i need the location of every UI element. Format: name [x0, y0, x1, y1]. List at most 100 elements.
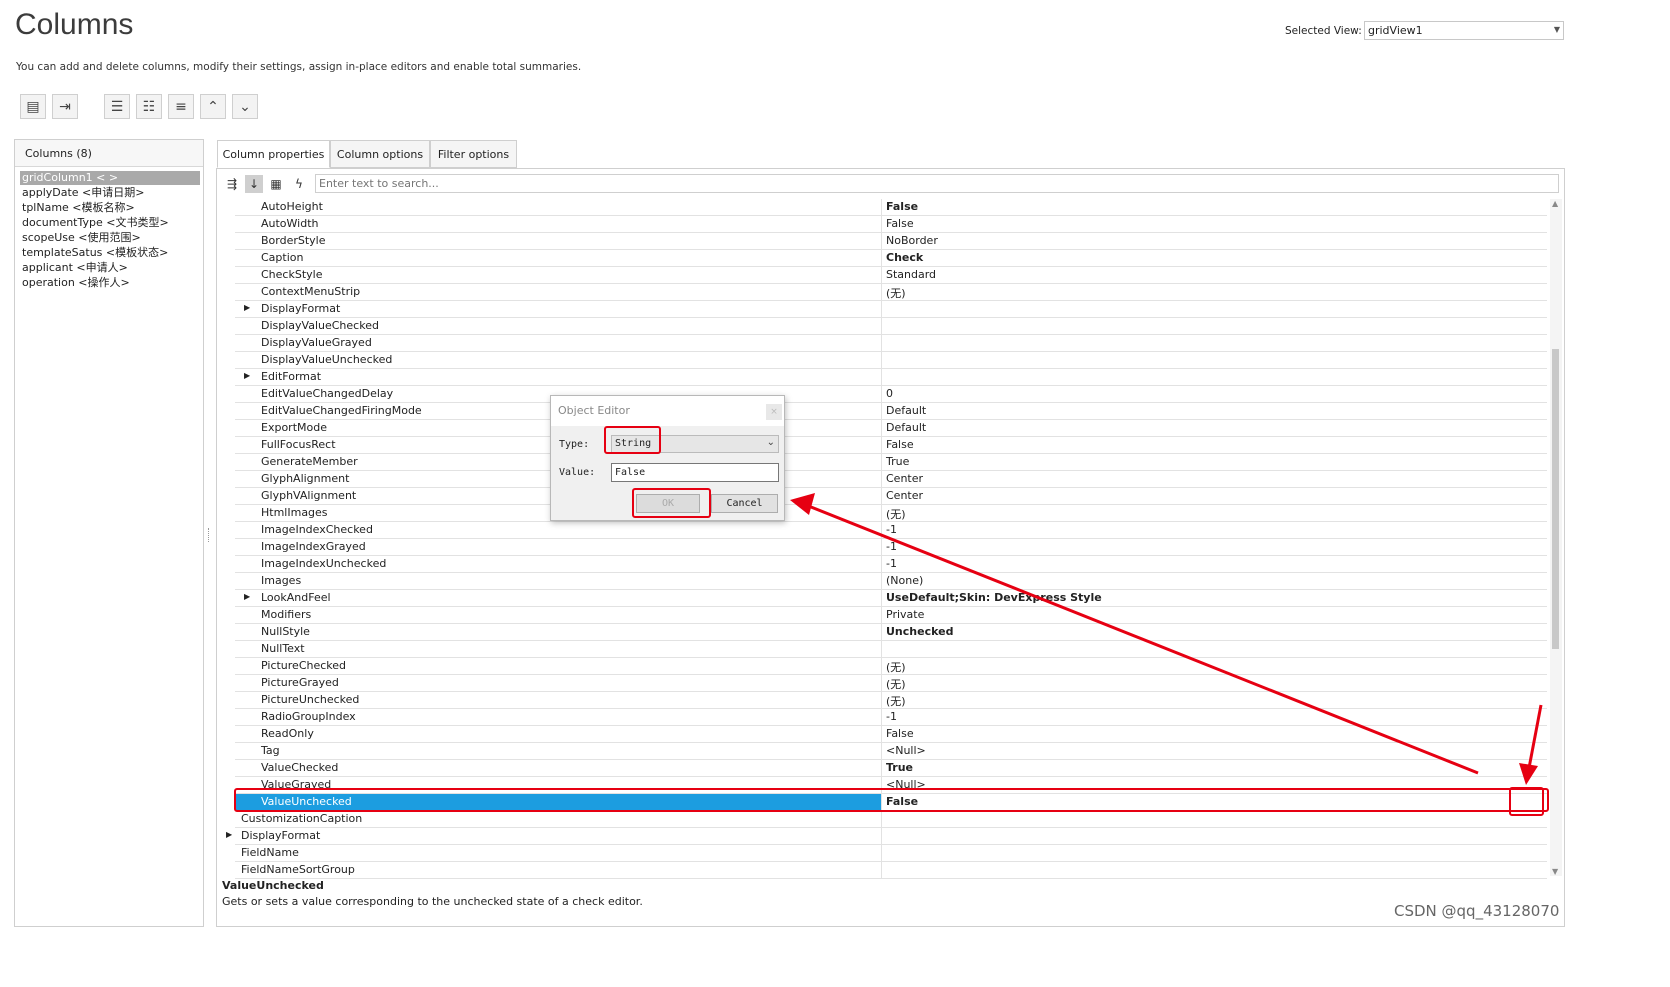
property-row[interactable]: CustomizationCaption: [235, 811, 1547, 828]
property-row[interactable]: DisplayValueUnchecked: [235, 352, 1547, 369]
property-value[interactable]: False: [886, 200, 918, 213]
property-value[interactable]: True: [886, 761, 913, 774]
column-item[interactable]: scopeUse <使用范围>: [20, 231, 141, 245]
property-value[interactable]: Private: [886, 608, 924, 621]
property-value[interactable]: Unchecked: [886, 625, 953, 638]
property-search-input[interactable]: [316, 175, 1558, 192]
property-value[interactable]: Center: [886, 472, 923, 485]
property-value[interactable]: (无): [886, 659, 906, 675]
property-value[interactable]: (无): [886, 506, 906, 522]
property-row[interactable]: ▶ LookAndFeel UseDefault;Skin: DevExpress …: [235, 590, 1547, 607]
property-row[interactable]: FieldNameSortGroup: [235, 862, 1547, 879]
property-value[interactable]: -1: [886, 523, 897, 536]
property-value[interactable]: (无): [886, 676, 906, 692]
column-item[interactable]: applyDate <申请日期>: [20, 186, 145, 200]
property-row[interactable]: RadioGroupIndex -1: [235, 709, 1547, 726]
value-field[interactable]: [611, 463, 779, 482]
property-value[interactable]: Center: [886, 489, 923, 502]
property-row[interactable]: FullFocusRect False: [235, 437, 1547, 454]
property-row[interactable]: ValueChecked True: [235, 760, 1547, 777]
property-row[interactable]: Caption Check: [235, 250, 1547, 267]
property-value[interactable]: -1: [886, 557, 897, 570]
property-value[interactable]: (无): [886, 693, 906, 709]
move-down-button[interactable]: ⌄: [232, 94, 258, 119]
property-row[interactable]: ContextMenuStrip (无): [235, 284, 1547, 301]
column-item[interactable]: gridColumn1 < >: [20, 171, 200, 185]
scroll-down-icon[interactable]: ▼: [1552, 867, 1558, 876]
expand-icon[interactable]: ▶: [244, 371, 250, 380]
expand-icon[interactable]: ▶: [244, 303, 250, 312]
selected-view-dropdown[interactable]: gridView1 ▼: [1364, 21, 1564, 40]
categorized-icon[interactable]: ⇶: [223, 175, 241, 193]
property-value[interactable]: Default: [886, 404, 926, 417]
property-value[interactable]: NoBorder: [886, 234, 938, 247]
expand-icon[interactable]: ▶: [244, 592, 250, 601]
column-item[interactable]: templateSatus <模板状态>: [20, 246, 168, 260]
tab-column-options[interactable]: Column options: [330, 140, 430, 168]
column-item[interactable]: documentType <文书类型>: [20, 216, 169, 230]
property-row[interactable]: PictureGrayed (无): [235, 675, 1547, 692]
vertical-scrollbar[interactable]: ▲ ▼: [1550, 199, 1562, 876]
property-value[interactable]: False: [886, 438, 914, 451]
events-icon[interactable]: ϟ: [290, 175, 308, 193]
property-row[interactable]: PictureUnchecked (无): [235, 692, 1547, 709]
property-row[interactable]: ImageIndexUnchecked -1: [235, 556, 1547, 573]
property-row[interactable]: NullStyle Unchecked: [235, 624, 1547, 641]
expand-icon[interactable]: ▶: [226, 830, 232, 839]
property-row[interactable]: Modifiers Private: [235, 607, 1547, 624]
property-row[interactable]: ImageIndexChecked -1: [235, 522, 1547, 539]
property-row[interactable]: ReadOnly False: [235, 726, 1547, 743]
add-child-button[interactable]: ☷: [136, 94, 162, 119]
value-input[interactable]: [612, 464, 778, 481]
property-row[interactable]: ▶ EditFormat: [235, 369, 1547, 386]
property-row[interactable]: HtmlImages (无): [235, 505, 1547, 522]
property-value[interactable]: <Null>: [886, 744, 926, 757]
property-value[interactable]: False: [886, 217, 914, 230]
column-item[interactable]: operation <操作人>: [20, 276, 130, 290]
property-row[interactable]: CheckStyle Standard: [235, 267, 1547, 284]
property-row[interactable]: DisplayValueChecked: [235, 318, 1547, 335]
property-value[interactable]: (None): [886, 574, 923, 587]
property-row[interactable]: EditValueChangedFiringMode Default: [235, 403, 1547, 420]
scroll-thumb[interactable]: [1552, 349, 1559, 649]
property-value[interactable]: Default: [886, 421, 926, 434]
property-row[interactable]: Images (None): [235, 573, 1547, 590]
sort-alphabetical-icon[interactable]: ↓: [245, 175, 263, 193]
property-value[interactable]: -1: [886, 710, 897, 723]
property-value[interactable]: 0: [886, 387, 893, 400]
property-row[interactable]: NullText: [235, 641, 1547, 658]
close-icon[interactable]: ×: [766, 404, 782, 420]
property-row[interactable]: EditValueChangedDelay 0: [235, 386, 1547, 403]
property-row[interactable]: FieldName: [235, 845, 1547, 862]
cancel-button[interactable]: Cancel: [711, 494, 778, 513]
add-column-button[interactable]: ▤: [20, 94, 46, 119]
property-row[interactable]: AutoHeight False: [235, 199, 1547, 216]
property-value[interactable]: UseDefault;Skin: DevExpress Style: [886, 591, 1102, 604]
tab-column-properties[interactable]: Column properties: [217, 140, 330, 168]
property-row[interactable]: Tag <Null>: [235, 743, 1547, 760]
property-value[interactable]: -1: [886, 540, 897, 553]
property-value[interactable]: Standard: [886, 268, 936, 281]
column-item[interactable]: tplName <模板名称>: [20, 201, 135, 215]
panel-splitter[interactable]: [208, 528, 212, 542]
property-row[interactable]: PictureChecked (无): [235, 658, 1547, 675]
property-row[interactable]: ExportMode Default: [235, 420, 1547, 437]
property-row[interactable]: GlyphVAlignment Center: [235, 488, 1547, 505]
property-value[interactable]: True: [886, 455, 909, 468]
property-pages-icon[interactable]: ▦: [267, 175, 285, 193]
property-value[interactable]: False: [886, 727, 914, 740]
property-search[interactable]: [315, 174, 1559, 193]
retrieve-fields-button[interactable]: ⇥: [52, 94, 78, 119]
move-up-button[interactable]: ⌃: [200, 94, 226, 119]
tab-filter-options[interactable]: Filter options: [430, 140, 517, 168]
property-row[interactable]: ImageIndexGrayed -1: [235, 539, 1547, 556]
scroll-up-icon[interactable]: ▲: [1552, 199, 1558, 208]
property-row[interactable]: GenerateMember True: [235, 454, 1547, 471]
property-row[interactable]: AutoWidth False: [235, 216, 1547, 233]
property-value[interactable]: (无): [886, 285, 906, 301]
property-value[interactable]: Check: [886, 251, 923, 264]
column-item[interactable]: applicant <申请人>: [20, 261, 128, 275]
insert-column-button[interactable]: ☰: [104, 94, 130, 119]
property-row[interactable]: BorderStyle NoBorder: [235, 233, 1547, 250]
property-row[interactable]: DisplayValueGrayed: [235, 335, 1547, 352]
